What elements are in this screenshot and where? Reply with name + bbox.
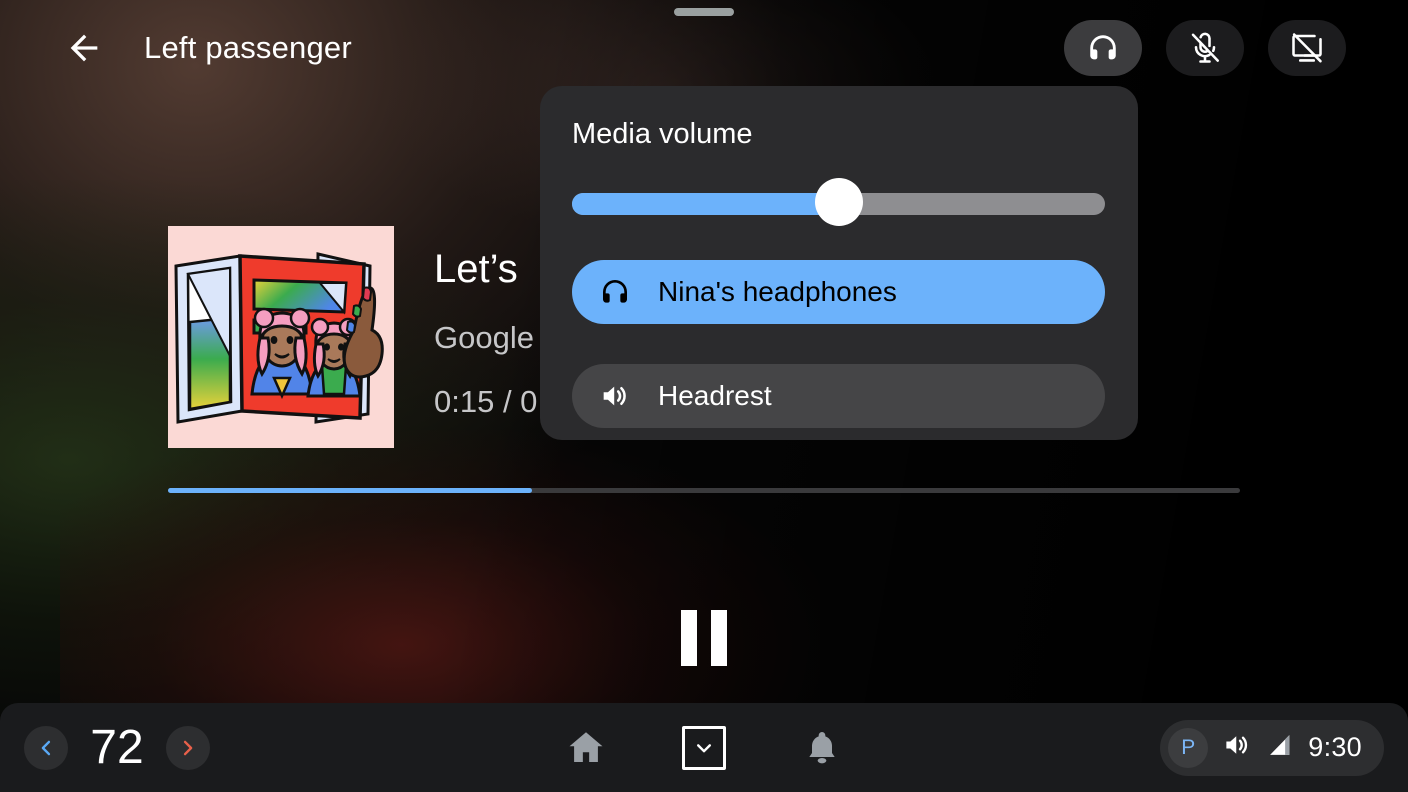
system-bar: 72 P 9:30 — [0, 703, 1408, 792]
headphones-icon — [1090, 35, 1116, 60]
clock: 9:30 — [1308, 732, 1362, 762]
speaker-icon — [598, 379, 632, 413]
arrow-left-icon — [70, 34, 98, 62]
signal-bars-icon — [1270, 735, 1290, 755]
chevron-left-icon — [41, 740, 51, 755]
media-volume-panel: Media volume Nina's headphones Headrest — [540, 86, 1138, 440]
top-action-group — [1064, 20, 1346, 76]
device-option-label: Nina's headphones — [658, 276, 897, 307]
output-device-list: Nina's headphones Headrest — [572, 260, 1106, 428]
home-icon — [569, 731, 603, 762]
temperature-decrease-button[interactable] — [24, 725, 68, 770]
hide-panel-button[interactable] — [682, 725, 726, 770]
device-option-headrest[interactable]: Headrest — [572, 364, 1105, 428]
volume-status-icon[interactable] — [1222, 730, 1252, 765]
album-art-illustration — [168, 226, 394, 448]
drag-handle[interactable] — [674, 8, 734, 16]
playback-progress-fill — [168, 488, 533, 493]
pause-button[interactable] — [662, 596, 746, 680]
navigation-button-group — [560, 722, 848, 774]
page-title: Left passenger — [144, 30, 352, 65]
temperature-control: 72 — [24, 720, 210, 774]
home-button[interactable] — [560, 722, 612, 774]
headphones-toggle-button[interactable] — [1064, 20, 1142, 76]
slider-fill — [572, 193, 839, 215]
microphone-off-button[interactable] — [1166, 20, 1244, 76]
device-option-label: Headrest — [658, 380, 772, 411]
headphones-icon — [598, 275, 632, 309]
pause-icon — [681, 610, 697, 666]
bell-icon — [809, 731, 835, 763]
status-cluster[interactable]: P 9:30 — [1160, 719, 1384, 776]
temperature-increase-button[interactable] — [166, 725, 210, 770]
playback-progress-bar[interactable] — [168, 488, 1240, 493]
chevron-right-icon — [183, 740, 193, 755]
chevron-down-icon — [697, 743, 711, 752]
album-art — [168, 226, 394, 448]
speaker-icon — [1226, 736, 1248, 754]
mic-off-icon — [1191, 32, 1220, 63]
gear-indicator: P — [1168, 727, 1209, 768]
screen-off-icon — [1292, 33, 1322, 63]
pause-icon-second-bar — [711, 610, 727, 666]
temperature-value: 72 — [90, 720, 144, 774]
signal-status-icon — [1266, 731, 1294, 764]
infotainment-screen: Left passenger Let’s Google 0:15 / 0 Med… — [0, 0, 1408, 792]
media-volume-slider[interactable] — [572, 178, 1106, 226]
device-option-nina-headphones[interactable]: Nina's headphones — [572, 260, 1105, 324]
slider-thumb[interactable] — [814, 178, 863, 226]
back-button[interactable] — [56, 20, 112, 76]
notifications-button[interactable] — [796, 722, 848, 774]
screen-off-button[interactable] — [1268, 20, 1346, 76]
media-volume-label: Media volume — [572, 118, 753, 150]
